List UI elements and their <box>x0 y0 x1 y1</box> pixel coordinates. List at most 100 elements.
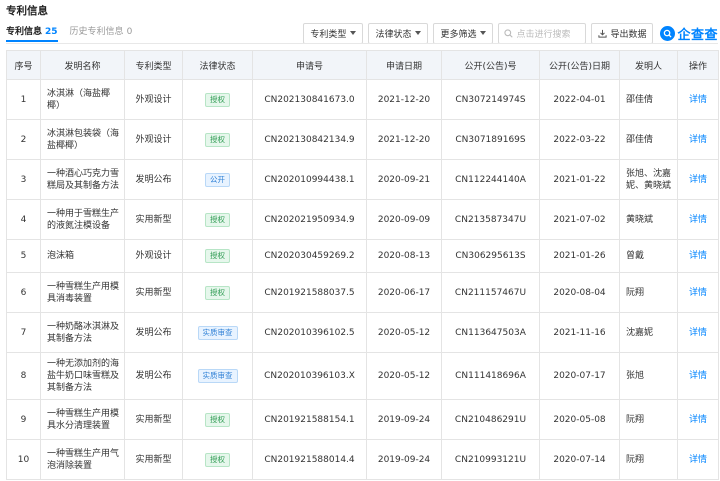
section-title: 专利信息 <box>6 5 48 17</box>
application-date: 2020-06-17 <box>366 272 442 313</box>
application-date: 2019-09-24 <box>366 399 442 440</box>
table-row: 4 一种用于雪糕生产的液氮注模设备 实用新型 授权 CN202021950934.9 20… <box>6 199 719 240</box>
invention-name: 冰淇淋包装袋（海盐椰椰） <box>40 119 125 160</box>
publication-date: 2020-08-04 <box>539 272 620 313</box>
row-index: 9 <box>6 399 41 440</box>
legal-status-cell: 授权 <box>182 272 253 313</box>
action-cell: 详情 <box>677 439 719 480</box>
status-badge: 实质审查 <box>197 325 238 340</box>
details-link[interactable]: 详情 <box>689 95 707 105</box>
invention-name: 一种用于雪糕生产的液氮注模设备 <box>40 199 125 240</box>
column-header: 序号 <box>6 50 41 80</box>
row-index: 7 <box>6 312 41 353</box>
inventor: 黄晓斌 <box>619 199 678 240</box>
tab-label: 历史专利信息 <box>69 27 124 37</box>
status-badge: 授权 <box>205 452 230 467</box>
inventor: 张旭、沈嘉妮、黄晓斌 <box>619 159 678 200</box>
publication-number: CN307189169S <box>441 119 540 160</box>
invention-name: 一种雪糕生产用气泡消除装置 <box>40 439 125 480</box>
table-header-row: 序号 发明名称 专利类型 法律状态 申请号 申请日期 公开(公告)号 公开(公告… <box>6 50 719 80</box>
logo-mark-icon <box>660 25 676 41</box>
more-filter[interactable]: 更多筛选 <box>433 22 494 44</box>
patent-table: 序号 发明名称 专利类型 法律状态 申请号 申请日期 公开(公告)号 公开(公告… <box>6 50 719 480</box>
application-number: CN202010396102.5 <box>252 312 367 353</box>
patent-type: 实用新型 <box>124 399 183 440</box>
details-link[interactable]: 详情 <box>689 415 707 425</box>
patent-type: 外观设计 <box>124 239 183 273</box>
action-cell: 详情 <box>677 239 719 273</box>
qichacha-logo: 企查查 <box>660 24 718 43</box>
application-date: 2020-05-12 <box>366 352 442 400</box>
legal-status-filter[interactable]: 法律状态 <box>368 22 429 44</box>
search-input[interactable]: 点击进行搜索 <box>498 22 587 44</box>
publication-number: CN210486291U <box>441 399 540 440</box>
tab-count: 25 <box>45 27 58 37</box>
caret-down-icon <box>415 31 422 35</box>
inventor: 沈嘉妮 <box>619 312 678 353</box>
application-number: CN202030459269.2 <box>252 239 367 273</box>
application-number: CN202130842134.9 <box>252 119 367 160</box>
table-row: 2 冰淇淋包装袋（海盐椰椰） 外观设计 授权 CN202130842134.9 2021-… <box>6 119 719 160</box>
publication-date: 2021-11-16 <box>539 312 620 353</box>
status-badge: 授权 <box>205 285 230 300</box>
application-number: CN201921588014.4 <box>252 439 367 480</box>
tab-history-patent-info[interactable]: 历史专利信息 0 <box>70 24 133 42</box>
column-header: 操作 <box>677 50 719 80</box>
application-number: CN201921588037.5 <box>252 272 367 313</box>
patent-type: 外观设计 <box>124 119 183 160</box>
publication-date: 2022-04-01 <box>539 79 620 120</box>
legal-status-cell: 授权 <box>182 439 253 480</box>
invention-name: 一种奶酪冰淇淋及其制备方法 <box>40 312 125 353</box>
details-link[interactable]: 详情 <box>689 135 707 145</box>
table-row: 6 一种雪糕生产用模具消毒装置 实用新型 授权 CN201921588037.5 2020… <box>6 272 719 313</box>
invention-name: 一种雪糕生产用模具水分清理装置 <box>40 399 125 440</box>
legal-status-cell: 授权 <box>182 119 253 160</box>
row-index: 2 <box>6 119 41 160</box>
status-badge: 授权 <box>205 212 230 227</box>
action-cell: 详情 <box>677 272 719 313</box>
column-header: 公开(公告)号 <box>441 50 540 80</box>
caret-down-icon <box>480 31 487 35</box>
table-row: 3 一种酒心巧克力雪糕局及其制备方法 发明公布 公开 CN202010994438.1 2… <box>6 159 719 200</box>
inventor: 阮翔 <box>619 399 678 440</box>
details-link[interactable]: 详情 <box>689 455 707 465</box>
action-cell: 详情 <box>677 312 719 353</box>
publication-date: 2021-01-22 <box>539 159 620 200</box>
status-badge: 授权 <box>205 132 230 147</box>
publication-number: CN306295613S <box>441 239 540 273</box>
publication-date: 2020-05-08 <box>539 399 620 440</box>
legal-status-cell: 公开 <box>182 159 253 200</box>
invention-name: 一种酒心巧克力雪糕局及其制备方法 <box>40 159 125 200</box>
row-index: 8 <box>6 352 41 400</box>
patent-type-filter[interactable]: 专利类型 <box>303 22 364 44</box>
table-row: 9 一种雪糕生产用模具水分清理装置 实用新型 授权 CN201921588154.1 20… <box>6 399 719 440</box>
column-header: 专利类型 <box>124 50 183 80</box>
details-link[interactable]: 详情 <box>689 251 707 261</box>
application-number: CN202021950934.9 <box>252 199 367 240</box>
details-link[interactable]: 详情 <box>689 288 707 298</box>
patent-type: 实用新型 <box>124 272 183 313</box>
search-icon <box>504 28 514 38</box>
row-index: 10 <box>6 439 41 480</box>
tab-patent-info[interactable]: 专利信息 25 <box>6 24 58 42</box>
status-badge: 授权 <box>205 92 230 107</box>
status-badge: 实质审查 <box>197 369 238 383</box>
patent-type: 实用新型 <box>124 199 183 240</box>
row-index: 5 <box>6 239 41 273</box>
details-link[interactable]: 详情 <box>689 371 707 381</box>
tab-bar: 专利信息 25 历史专利信息 0 <box>6 24 144 42</box>
column-header: 发明人 <box>619 50 678 80</box>
action-cell: 详情 <box>677 159 719 200</box>
export-data-button[interactable]: 导出数据 <box>591 22 654 44</box>
table-row: 8 一种无添加剂的海盐牛奶口味雪糕及其制备方法 发明公布 实质审查 CN20201039… <box>6 352 719 400</box>
inventor: 邵佳倩 <box>619 119 678 160</box>
status-badge: 授权 <box>205 249 230 263</box>
application-number: CN202010994438.1 <box>252 159 367 200</box>
column-header: 公开(公告)日期 <box>539 50 620 80</box>
publication-number: CN213587347U <box>441 199 540 240</box>
invention-name: 冰淇淋（海盐椰椰） <box>40 79 125 120</box>
details-link[interactable]: 详情 <box>689 175 707 185</box>
details-link[interactable]: 详情 <box>689 215 707 225</box>
details-link[interactable]: 详情 <box>689 328 707 338</box>
publication-date: 2021-07-02 <box>539 199 620 240</box>
